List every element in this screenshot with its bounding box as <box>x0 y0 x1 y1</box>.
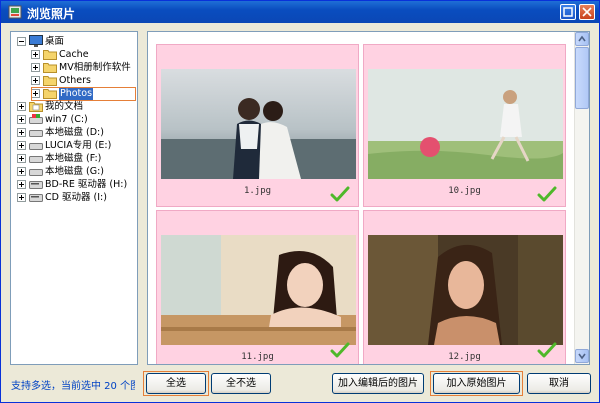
tree-item-label: Cache <box>59 49 89 60</box>
maximize-button[interactable] <box>560 4 576 20</box>
close-button[interactable] <box>579 4 595 20</box>
scroll-down-button[interactable] <box>575 349 589 363</box>
arrow-down-icon <box>578 353 586 360</box>
app-icon <box>8 5 22 19</box>
scroll-thumb[interactable] <box>575 47 589 109</box>
expand-icon[interactable] <box>17 167 26 176</box>
selection-status: 支持多选，当前选中 20 个图片 <box>11 381 135 392</box>
vertical-scrollbar[interactable] <box>574 32 589 364</box>
checkmark-icon[interactable] <box>330 342 350 358</box>
expand-icon[interactable] <box>31 63 40 72</box>
scroll-up-button[interactable] <box>575 32 589 46</box>
drive-icon <box>29 143 43 150</box>
add-edited-photos-button[interactable]: 加入编辑后的图片 <box>332 373 424 394</box>
expand-icon[interactable] <box>17 193 26 202</box>
photo-filename: 11.jpg <box>241 352 274 362</box>
title-bar[interactable]: 浏览照片 <box>1 1 599 23</box>
drive-icon <box>29 169 43 176</box>
expand-icon[interactable] <box>17 115 26 124</box>
photo-thumbnail <box>161 235 356 345</box>
checkmark-icon[interactable] <box>537 186 557 202</box>
photo-thumbnail <box>368 69 563 179</box>
tree-item-label: 本地磁盘 (G:) <box>45 166 104 177</box>
photo-card[interactable]: 10.jpg <box>363 44 566 207</box>
checkmark-icon[interactable] <box>330 186 350 202</box>
drive-icon <box>29 130 43 137</box>
window-title: 浏览照片 <box>27 7 76 21</box>
optical-drive-icon <box>29 194 43 202</box>
expand-icon[interactable] <box>17 141 26 150</box>
photo-grid[interactable]: 1.jpg 10.jpg 11.jpg 12.jpg <box>147 31 590 365</box>
tree-item-label: 桌面 <box>45 36 65 47</box>
tree-item-label: MV相册制作软件 <box>59 62 131 73</box>
select-all-button[interactable]: 全选 <box>146 373 206 394</box>
folder-icon <box>43 63 57 73</box>
photo-thumbnail <box>161 69 356 179</box>
selection-highlight <box>31 87 136 101</box>
photo-thumbnail <box>368 235 563 345</box>
photo-filename: 12.jpg <box>448 352 481 362</box>
drive-icon <box>29 114 43 124</box>
maximize-icon <box>563 7 573 17</box>
folder-icon <box>43 76 57 86</box>
optical-drive-icon <box>29 181 43 189</box>
close-icon <box>582 7 592 17</box>
expand-icon[interactable] <box>31 50 40 59</box>
desktop-icon <box>29 35 43 47</box>
expand-icon[interactable] <box>17 180 26 189</box>
cancel-button[interactable]: 取消 <box>527 373 591 394</box>
photo-filename: 1.jpg <box>243 186 272 196</box>
expand-icon[interactable] <box>17 154 26 163</box>
expand-icon[interactable] <box>31 76 40 85</box>
collapse-icon[interactable] <box>17 37 26 46</box>
tree-item-label: LUCIA专用 (E:) <box>45 140 112 151</box>
tree-item-label: Others <box>59 75 91 86</box>
tree-item-label: 本地磁盘 (F:) <box>45 153 102 164</box>
photo-card[interactable]: 1.jpg <box>156 44 359 207</box>
arrow-up-icon <box>578 35 586 42</box>
tree-item-label: CD 驱动器 (I:) <box>45 192 107 203</box>
photo-card[interactable]: 12.jpg <box>363 210 566 364</box>
tree-item-label: BD-RE 驱动器 (H:) <box>45 179 128 190</box>
tree-item-label: 本地磁盘 (D:) <box>45 127 104 138</box>
folder-icon <box>29 102 43 112</box>
tree-item-label: win7 (C:) <box>45 114 88 125</box>
folder-icon <box>43 50 57 60</box>
photo-filename: 10.jpg <box>448 186 481 196</box>
browse-photos-dialog: 浏览照片 桌面 Cache MV相册制作软件 Others Photos 我的文… <box>0 0 600 403</box>
add-original-photos-button[interactable]: 加入原始图片 <box>433 373 520 394</box>
photo-card[interactable]: 11.jpg <box>156 210 359 364</box>
folder-tree[interactable]: 桌面 Cache MV相册制作软件 Others Photos 我的文档 win… <box>10 31 138 365</box>
drive-icon <box>29 156 43 163</box>
select-none-button[interactable]: 全不选 <box>211 373 271 394</box>
checkmark-icon[interactable] <box>537 342 557 358</box>
expand-icon[interactable] <box>17 102 26 111</box>
expand-icon[interactable] <box>17 128 26 137</box>
tree-item-label: 我的文档 <box>45 101 84 112</box>
